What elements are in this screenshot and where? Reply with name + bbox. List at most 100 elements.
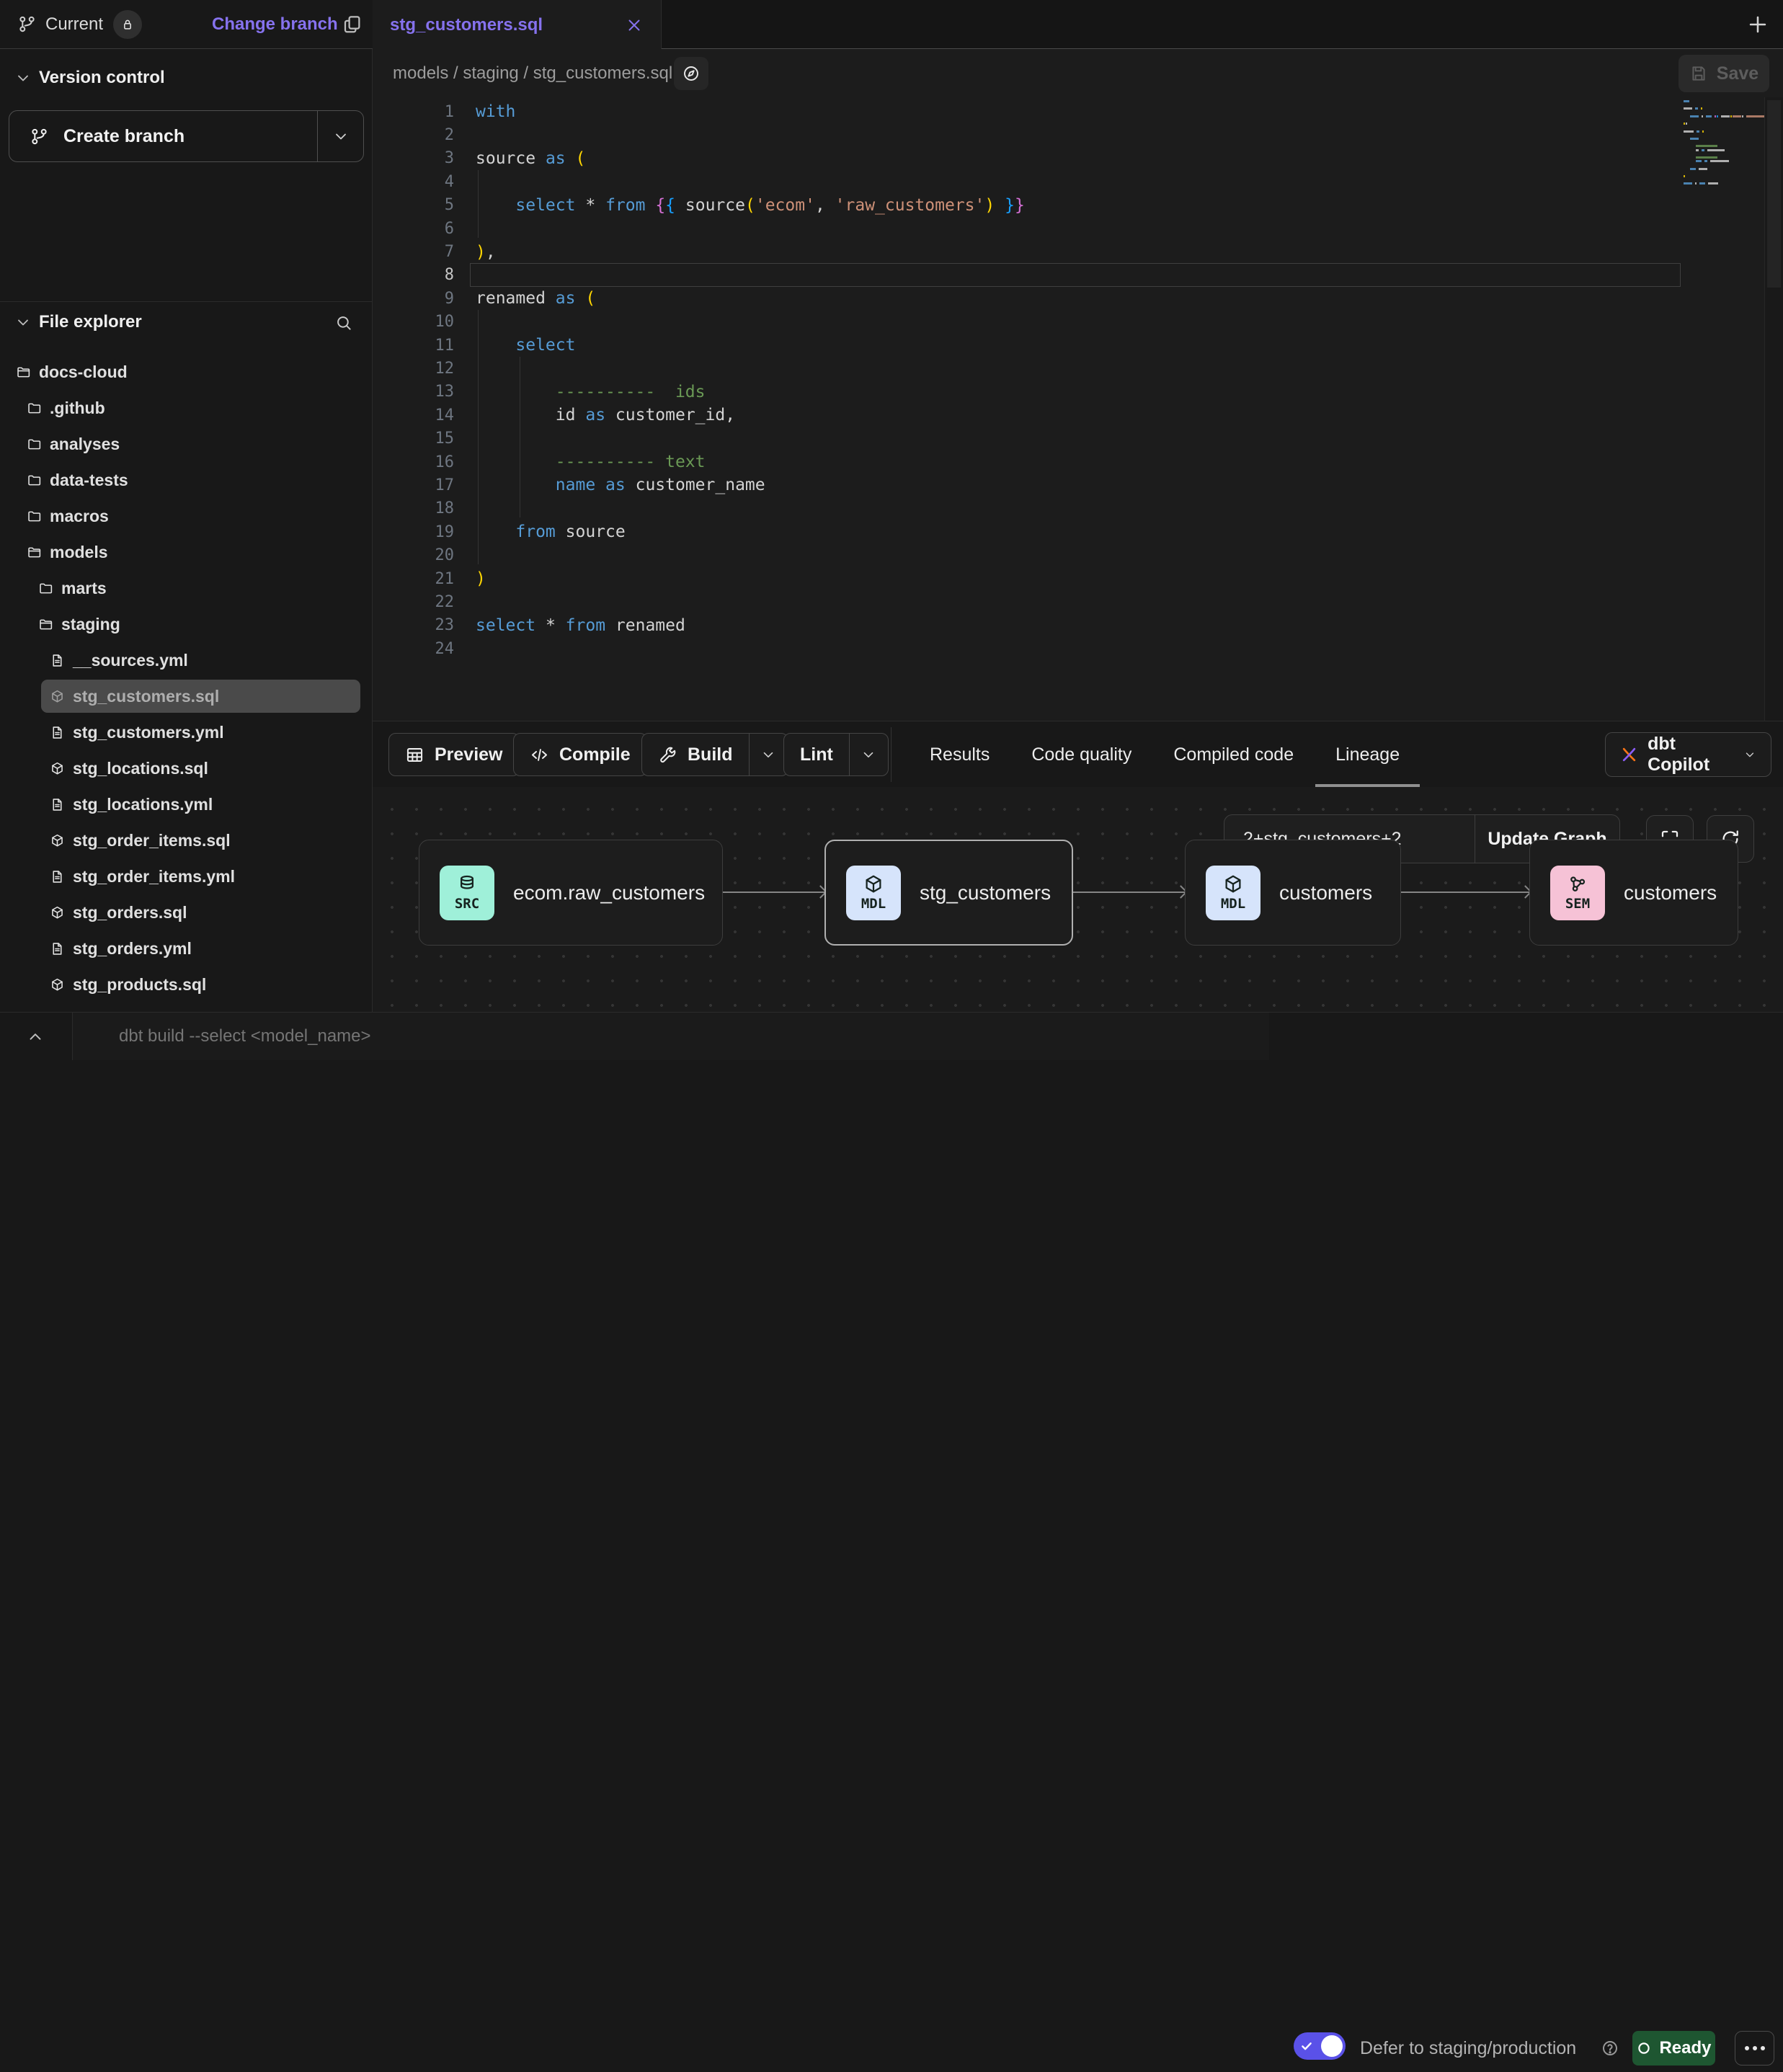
git-branch-icon [30,127,49,146]
tree-item[interactable]: staging [0,606,373,642]
copy-icon[interactable] [342,14,363,35]
lineage-node[interactable]: SEM customers [1529,840,1738,946]
save-label: Save [1717,63,1758,84]
tree-item[interactable]: stg_locations.sql [0,750,373,786]
tree-item[interactable]: analyses [0,426,373,462]
code-line[interactable]: 15 [373,427,1783,450]
create-branch-main[interactable]: Create branch [9,111,317,161]
help-icon[interactable] [1601,2039,1619,2058]
create-branch-dropdown[interactable] [317,111,363,161]
tree-item[interactable]: .github [0,390,373,426]
build-dropdown[interactable] [749,734,788,775]
panel-tab[interactable]: Results [930,721,990,788]
code-line[interactable]: 2 [373,123,1783,146]
code-line[interactable]: 13 ---------- ids [373,381,1783,404]
tree-item[interactable]: stg_customers.yml [0,714,373,750]
tree-item[interactable]: data-tests [0,462,373,498]
toolbar-divider [891,727,892,782]
panel-tab[interactable]: Compiled code [1173,721,1294,788]
tree-item[interactable]: stg_order_items.yml [0,858,373,894]
code-line[interactable]: 18 [373,497,1783,520]
file-type-icon [50,725,65,740]
close-icon[interactable] [625,16,644,35]
code-line[interactable]: 3source as ( [373,147,1783,170]
code-line[interactable]: 19 from source [373,520,1783,543]
new-tab-button[interactable] [1746,12,1770,37]
code-editor[interactable]: 1with23source as (45 select * from {{ so… [373,97,1783,721]
defer-toggle[interactable] [1294,2032,1346,2060]
code-line[interactable]: 16 ---------- text [373,450,1783,473]
code-line[interactable]: 17 name as customer_name [373,473,1783,497]
code-line[interactable]: 22 [373,590,1783,613]
compile-button[interactable]: Compile [513,733,647,776]
code-line[interactable]: 14 id as customer_id, [373,404,1783,427]
editor-scrollbar[interactable] [1765,97,1783,721]
code-line[interactable]: 5 select * from {{ source('ecom', 'raw_c… [373,194,1783,217]
code-line[interactable]: 6 [373,217,1783,240]
tree-item-label: docs-cloud [39,363,128,382]
tree-item[interactable]: docs-cloud [0,354,373,390]
search-icon[interactable] [334,314,353,332]
tree-item[interactable]: stg_order_items.sql [0,822,373,858]
scrollbar-thumb[interactable] [1767,100,1781,288]
tree-item-label: stg_order_items.sql [73,831,231,850]
change-branch-link[interactable]: Change branch [212,0,338,49]
minimap[interactable] [1681,100,1764,720]
node-badge: SRC [440,866,494,920]
file-explorer-section-header[interactable]: File explorer [0,306,372,338]
lineage-node[interactable]: MDL stg_customers [824,840,1073,946]
toggle-knob [1321,2035,1343,2057]
dbt-copilot-button[interactable]: dbt Copilot [1605,732,1771,777]
node-label: ecom.raw_customers [513,881,705,904]
panel-tabs: Results Code quality Compiled code Linea… [930,721,1400,788]
code-line[interactable]: 8 [373,264,1783,287]
code-line[interactable]: 24 [373,637,1783,660]
tree-item[interactable]: stg_orders.sql [0,894,373,930]
lint-dropdown[interactable] [849,734,888,775]
tree-item[interactable]: macros [0,498,373,534]
lint-main[interactable]: Lint [784,734,849,775]
panel-tab[interactable]: Lineage [1335,721,1400,788]
tree-item[interactable]: __sources.yml [0,642,373,678]
panel-tab-label: Results [930,744,990,765]
file-tree: docs-cloud .github analyses [0,354,373,1002]
panel-tab[interactable]: Code quality [1031,721,1131,788]
build-main[interactable]: Build [642,734,749,775]
check-icon [1300,2040,1313,2053]
tree-item-label: macros [50,507,109,526]
version-control-section-header[interactable]: Version control [0,62,372,94]
compass-icon [682,64,701,83]
file-type-icon [27,473,42,488]
code-line[interactable]: 7), [373,240,1783,263]
save-button[interactable]: Save [1678,55,1769,92]
tree-item[interactable]: models [0,534,373,570]
tree-item[interactable]: stg_orders.yml [0,930,373,966]
code-line[interactable]: 4 [373,170,1783,193]
more-options-button[interactable] [1735,2031,1774,2066]
tree-item[interactable]: stg_products.sql [0,966,373,1002]
tree-item[interactable]: stg_locations.yml [0,786,373,822]
lineage-node[interactable]: MDL customers [1185,840,1401,946]
code-line[interactable]: 1with [373,100,1783,123]
chevron-up-icon[interactable] [26,1028,45,1046]
file-type-icon [50,653,65,668]
code-line[interactable]: 10 [373,311,1783,334]
code-line[interactable]: 9renamed as ( [373,287,1783,310]
tree-item[interactable]: marts [0,570,373,606]
tab-stg-customers-sql[interactable]: stg_customers.sql [373,0,662,50]
preview-button[interactable]: Preview [388,733,520,776]
table-icon [405,745,424,765]
copilot-label: dbt Copilot [1648,734,1733,775]
compass-button[interactable] [674,57,708,90]
code-line[interactable]: 23select * from renamed [373,614,1783,637]
create-branch-label: Create branch [63,126,184,147]
code-line[interactable]: 21) [373,567,1783,590]
dbt-command-input[interactable] [73,1013,1269,1060]
tree-item[interactable]: stg_customers.sql [0,678,373,714]
lineage-node[interactable]: SRC ecom.raw_customers [419,840,723,946]
section-divider [0,301,373,302]
code-line[interactable]: 11 select [373,334,1783,357]
code-line[interactable]: 20 [373,543,1783,566]
ready-status-button[interactable]: Ready [1632,2031,1715,2066]
code-line[interactable]: 12 [373,357,1783,380]
